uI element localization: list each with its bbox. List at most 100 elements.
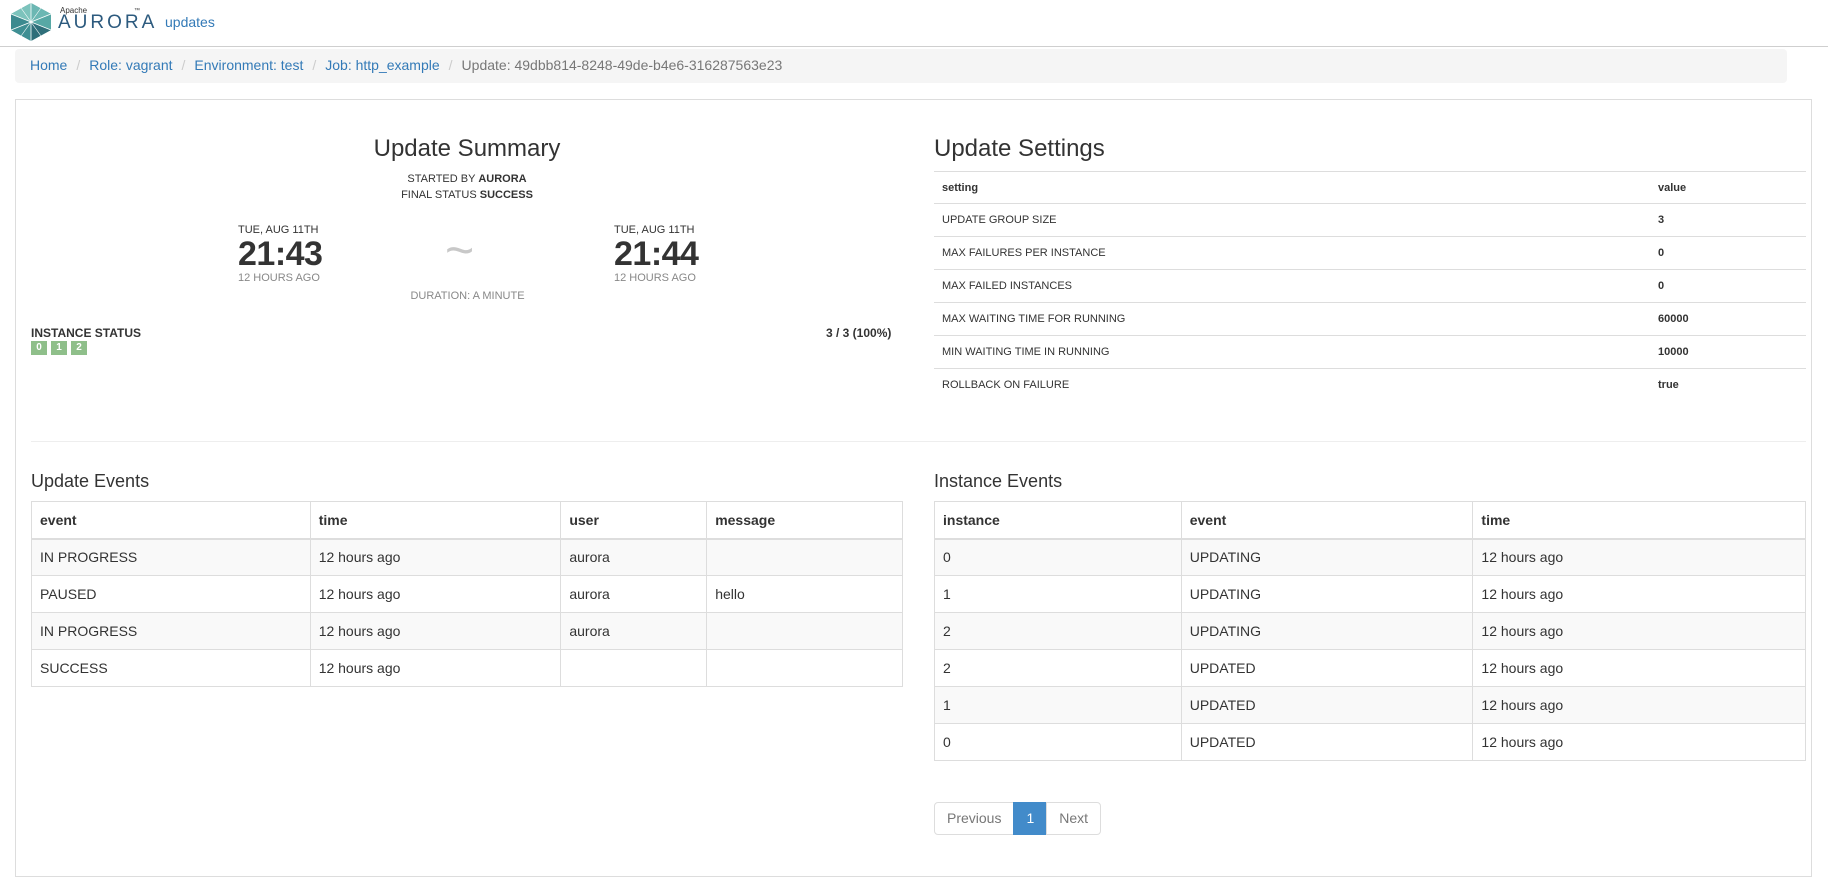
end-ago: 12 HOURS AGO xyxy=(614,272,696,284)
message-cell: hello xyxy=(706,575,903,613)
table-header-row: event time user message xyxy=(31,501,903,540)
instance-cell: 2 xyxy=(934,649,1182,687)
instance-status-count: 3 / 3 (100%) xyxy=(826,326,892,340)
event-cell: UPDATING xyxy=(1180,612,1474,650)
table-row: 0 UPDATED 12 hours ago xyxy=(934,723,1806,761)
table-row: IN PROGRESS 12 hours ago aurora xyxy=(31,612,903,650)
started-by-value: AURORA xyxy=(478,173,527,185)
breadcrumb-update: Update: 49dbb814-8248-49de-b4e6-31628756… xyxy=(461,57,783,73)
time-cell: 12 hours ago xyxy=(1472,723,1806,761)
navbar: Apache AURORA ™ updates xyxy=(0,0,1828,47)
event-cell: PAUSED xyxy=(31,575,311,613)
table-row: MAX FAILURES PER INSTANCE 0 xyxy=(934,236,1806,270)
table-row: 2 UPDATED 12 hours ago xyxy=(934,649,1806,687)
instance-cell: 1 xyxy=(934,686,1182,724)
table-row: 1 UPDATED 12 hours ago xyxy=(934,686,1806,724)
update-settings-title: Update Settings xyxy=(934,135,1105,162)
table-row: IN PROGRESS 12 hours ago aurora xyxy=(31,538,903,576)
started-by: STARTED BY AURORA xyxy=(0,173,934,185)
table-row: 0 UPDATING 12 hours ago xyxy=(934,538,1806,576)
update-events-title: Update Events xyxy=(31,471,150,491)
nav-link-updates[interactable]: updates xyxy=(165,14,215,30)
setting-value: true xyxy=(1650,368,1806,402)
aurora-logo-icon[interactable] xyxy=(10,2,52,42)
event-cell: UPDATING xyxy=(1180,575,1474,613)
user-cell xyxy=(560,649,708,687)
update-events-table: event time user message IN PROGRESS 12 h… xyxy=(31,501,903,687)
column-header: event xyxy=(31,501,311,540)
table-row: MAX FAILED INSTANCES 0 xyxy=(934,269,1806,303)
instance-status-box[interactable]: 1 xyxy=(51,341,67,355)
time-cell: 12 hours ago xyxy=(309,538,562,576)
table-row: MAX WAITING TIME FOR RUNNING 60000 xyxy=(934,302,1806,336)
start-time-block: TUE, AUG 11TH 21:43 12 HOURS AGO xyxy=(238,224,358,284)
instance-status-box[interactable]: 0 xyxy=(31,341,47,355)
event-cell: UPDATED xyxy=(1180,723,1474,761)
column-header: user xyxy=(560,501,708,540)
table-row: PAUSED 12 hours ago aurora hello xyxy=(31,575,903,613)
user-cell: aurora xyxy=(560,538,708,576)
pagination: Previous 1 Next xyxy=(934,802,1102,835)
message-cell xyxy=(706,649,903,687)
instance-status-box[interactable]: 2 xyxy=(71,341,87,355)
column-header: event xyxy=(1180,501,1474,540)
instance-cell: 0 xyxy=(934,723,1182,761)
tilde-icon: ~ xyxy=(445,222,475,278)
setting-value: 0 xyxy=(1650,236,1806,270)
user-cell: aurora xyxy=(560,612,708,650)
column-header: time xyxy=(1472,501,1806,540)
table-header-row: setting value xyxy=(934,171,1806,204)
update-summary-title: Update Summary xyxy=(373,135,561,162)
section-divider xyxy=(31,441,1806,442)
logo-trademark: ™ xyxy=(134,8,140,14)
pagination-page-button[interactable]: 1 xyxy=(1013,802,1048,835)
instance-events-table: instance event time 0 UPDATING 12 hours … xyxy=(934,501,1806,761)
column-header: instance xyxy=(934,501,1182,540)
instance-status-label: INSTANCE STATUS xyxy=(31,326,141,340)
time-cell: 12 hours ago xyxy=(1472,575,1806,613)
message-cell xyxy=(706,538,903,576)
time-cell: 12 hours ago xyxy=(1472,686,1806,724)
time-cell: 12 hours ago xyxy=(1472,612,1806,650)
event-cell: IN PROGRESS xyxy=(31,538,311,576)
message-cell xyxy=(706,612,903,650)
breadcrumb-role[interactable]: Role: vagrant xyxy=(89,57,172,73)
setting-name: MIN WAITING TIME IN RUNNING xyxy=(934,335,1650,369)
time-cell: 12 hours ago xyxy=(309,649,562,687)
event-cell: IN PROGRESS xyxy=(31,612,311,650)
event-cell: UPDATED xyxy=(1180,686,1474,724)
breadcrumb: Home / Role: vagrant / Environment: test / Job… xyxy=(15,49,1787,83)
time-cell: 12 hours ago xyxy=(309,612,562,650)
start-time: 21:43 xyxy=(238,235,323,273)
table-row: MIN WAITING TIME IN RUNNING 10000 xyxy=(934,335,1806,369)
breadcrumb-environment[interactable]: Environment: test xyxy=(194,57,303,73)
breadcrumb-job[interactable]: Job: http_example xyxy=(325,57,439,73)
started-by-label: STARTED BY xyxy=(407,173,476,185)
setting-name: UPDATE GROUP SIZE xyxy=(934,203,1650,237)
setting-name: MAX FAILURES PER INSTANCE xyxy=(934,236,1650,270)
setting-value: 60000 xyxy=(1650,302,1806,336)
table-row: 1 UPDATING 12 hours ago xyxy=(934,575,1806,613)
instance-status-boxes: 0 1 2 xyxy=(31,341,87,355)
start-ago: 12 HOURS AGO xyxy=(238,272,320,284)
time-cell: 12 hours ago xyxy=(1472,538,1806,576)
table-header-row: instance event time xyxy=(934,501,1806,540)
final-status-value: SUCCESS xyxy=(479,189,533,201)
final-status: FINAL STATUS SUCCESS xyxy=(0,189,934,201)
pagination-previous-button[interactable]: Previous xyxy=(934,802,1015,835)
duration: DURATION: A MINUTE xyxy=(410,290,525,302)
end-time-block: TUE, AUG 11TH 21:44 12 HOURS AGO xyxy=(614,224,734,284)
table-row: SUCCESS 12 hours ago xyxy=(31,649,903,687)
end-time: 21:44 xyxy=(614,235,699,273)
time-cell: 12 hours ago xyxy=(1472,649,1806,687)
pagination-next-button[interactable]: Next xyxy=(1046,802,1102,835)
column-header: setting xyxy=(934,171,1650,204)
table-row: ROLLBACK ON FAILURE true xyxy=(934,368,1806,402)
event-cell: UPDATED xyxy=(1180,649,1474,687)
instance-cell: 2 xyxy=(934,612,1182,650)
event-cell: SUCCESS xyxy=(31,649,311,687)
logo-text[interactable]: AURORA xyxy=(58,12,157,34)
breadcrumb-home[interactable]: Home xyxy=(30,57,67,73)
instance-cell: 1 xyxy=(934,575,1182,613)
setting-value: 3 xyxy=(1650,203,1806,237)
